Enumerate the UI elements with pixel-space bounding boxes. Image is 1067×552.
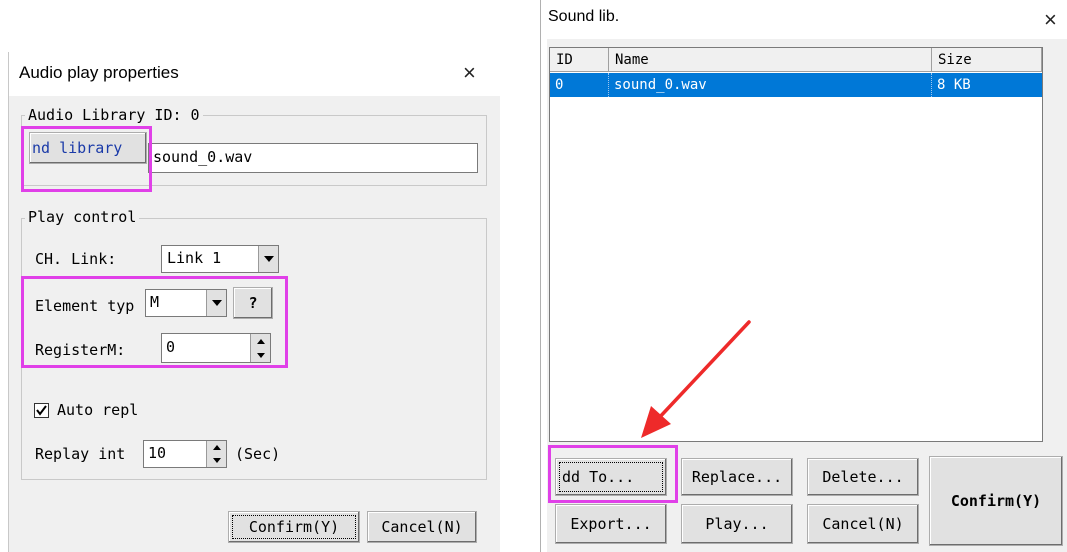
chevron-down-icon[interactable] xyxy=(258,246,278,272)
dialog-title: Sound lib. xyxy=(548,8,620,25)
confirm-button[interactable]: Confirm(Y) xyxy=(929,456,1063,546)
highlight-box xyxy=(548,445,678,503)
ch-link-label: CH. Link: xyxy=(35,250,117,268)
table-row[interactable]: 0 sound_0.wav 8 KB xyxy=(550,73,1042,97)
export-button[interactable]: Export... xyxy=(555,504,667,544)
row-name-cell: sound_0.wav xyxy=(609,73,932,97)
highlight-box xyxy=(21,276,288,368)
audio-play-properties-dialog: Audio play properties × Audio Library ID… xyxy=(8,52,501,552)
auto-replay-checkbox[interactable] xyxy=(34,403,49,418)
dialog-title: Audio play properties xyxy=(19,63,179,82)
spin-up-icon[interactable] xyxy=(207,441,226,454)
sound-file-field[interactable]: sound_0.wav xyxy=(148,143,478,173)
replay-interval-value: 10 xyxy=(148,444,167,462)
spin-down-icon[interactable] xyxy=(207,454,226,467)
close-icon[interactable]: × xyxy=(463,62,476,84)
audio-library-legend: Audio Library ID: 0 xyxy=(25,106,203,124)
column-header-size[interactable]: Size xyxy=(932,48,1042,72)
play-control-legend: Play control xyxy=(25,208,140,226)
ch-link-select[interactable]: Link 1 xyxy=(161,245,279,273)
replay-unit-label: (Sec) xyxy=(235,445,281,463)
confirm-button[interactable]: Confirm(Y) xyxy=(228,511,360,543)
replace-button[interactable]: Replace... xyxy=(681,458,793,496)
column-header-id[interactable]: ID xyxy=(550,48,609,72)
ch-link-value: Link 1 xyxy=(167,249,222,267)
title-bar: Audio play properties × xyxy=(9,52,501,96)
close-icon[interactable]: × xyxy=(1044,9,1057,31)
play-button[interactable]: Play... xyxy=(681,504,793,544)
sound-list[interactable]: ID Name Size 0 sound_0.wav 8 KB xyxy=(549,47,1043,442)
highlight-box xyxy=(21,126,152,192)
red-arrow-annotation xyxy=(641,320,751,438)
row-id-cell: 0 xyxy=(550,73,609,97)
sound-library-dialog: Sound lib. × ID Name Size 0 sound_0.wav … xyxy=(540,0,1067,552)
column-header-name[interactable]: Name xyxy=(609,48,932,72)
replay-interval-label: Replay int xyxy=(35,445,126,463)
cancel-button[interactable]: Cancel(N) xyxy=(367,511,477,543)
spin-buttons[interactable] xyxy=(206,441,226,467)
auto-replay-label: Auto repl xyxy=(57,401,139,419)
row-size-cell: 8 KB xyxy=(937,77,971,93)
replay-interval-stepper[interactable]: 10 xyxy=(143,440,227,468)
delete-button[interactable]: Delete... xyxy=(807,458,919,496)
cancel-button[interactable]: Cancel(N) xyxy=(807,504,919,544)
